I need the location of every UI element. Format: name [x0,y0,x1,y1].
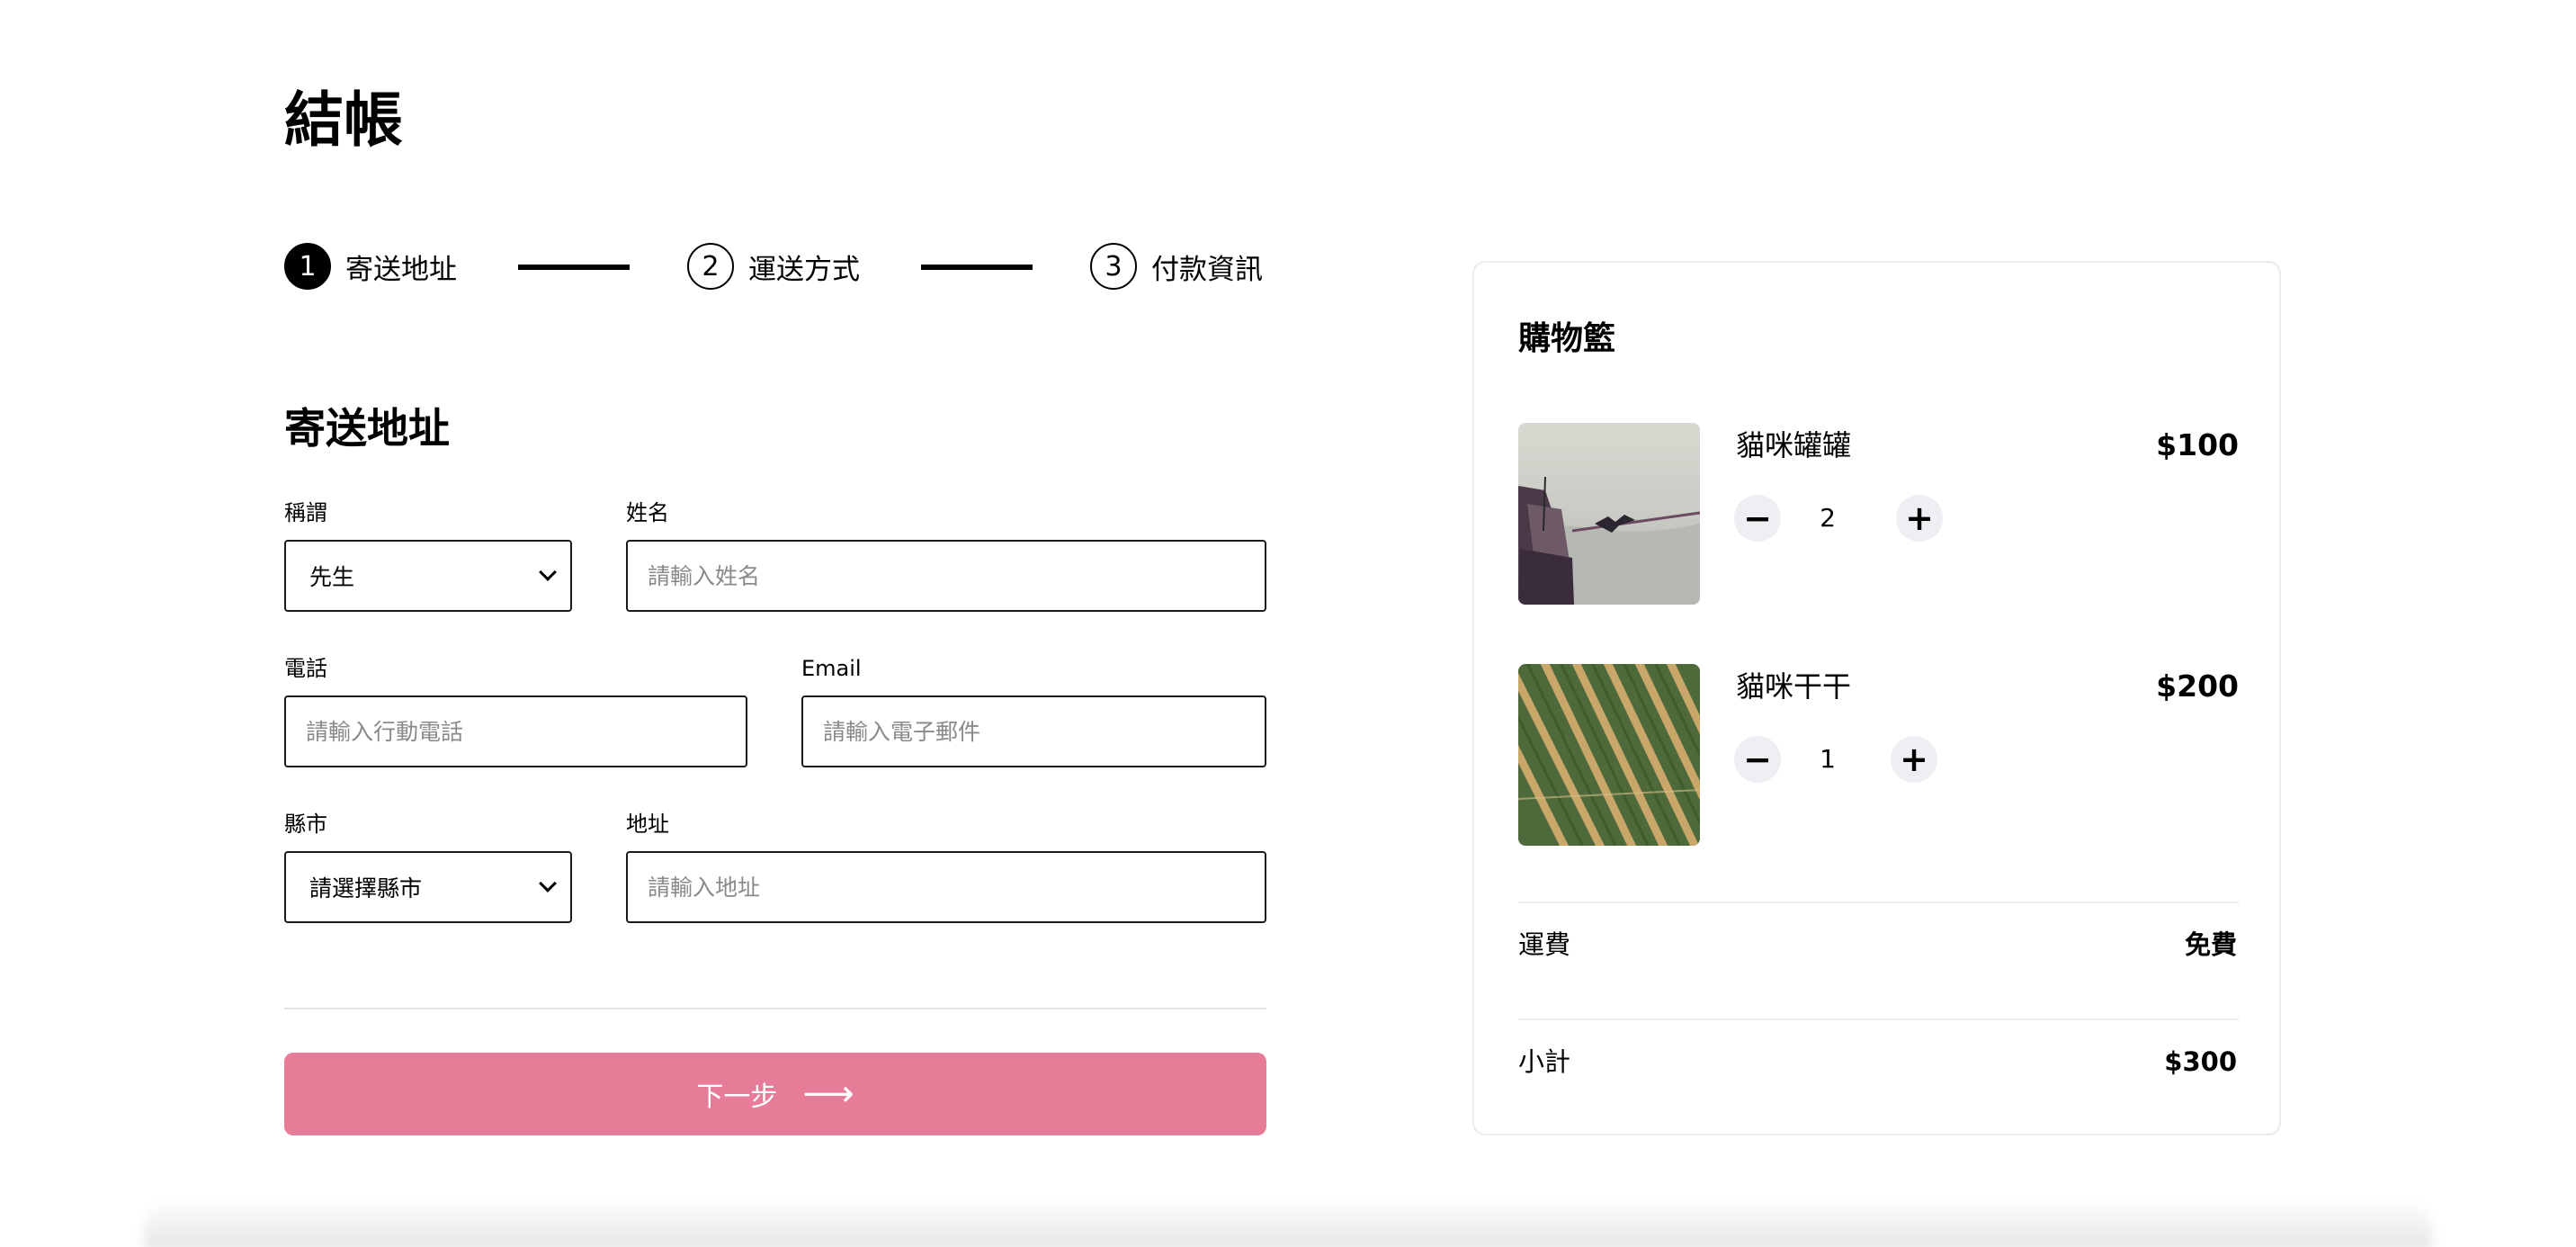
product-image [1518,423,1700,605]
email-field-box [801,695,1266,767]
salutation-label: 稱謂 [284,500,327,525]
phone-input[interactable] [306,718,726,745]
step-shipping-method: 2 運送方式 [687,241,860,292]
item-price: $200 [2156,668,2239,704]
seabird-photo-icon [1518,423,1700,605]
minus-icon: − [1743,498,1772,538]
next-step-button[interactable]: 下一步 ⟶ [284,1053,1266,1135]
page-title: 結帳 [284,85,403,155]
decrease-quantity-button[interactable]: − [1734,736,1781,783]
city-label: 縣市 [284,812,327,837]
plus-icon: + [1905,498,1934,538]
cart-item: 貓咪干干 $200 − 1 + [1518,664,2239,846]
step-label: 運送方式 [748,253,860,286]
decrease-quantity-button[interactable]: − [1734,495,1781,542]
city-select[interactable]: 請選擇縣市 [284,851,572,923]
cart-panel: 購物籃 貓咪罐罐 $100 − 2 + 貓咪干干 $200 − 1 + 運費 免… [1472,261,2281,1135]
subtotal-value: $300 [2164,1046,2237,1077]
chevron-down-icon [539,563,557,581]
step-label: 寄送地址 [345,253,457,286]
address-label: 地址 [626,812,669,837]
product-image [1518,664,1700,846]
step-label: 付款資訊 [1151,253,1263,286]
crop-rows-photo-icon [1518,664,1700,846]
step-connector [518,265,630,270]
quantity-value: 2 [1820,503,1836,533]
checkout-page: 結帳 1 寄送地址 2 運送方式 3 付款資訊 寄送地址 稱謂 先生 姓名 電話… [0,0,2576,1247]
next-step-label: 下一步 [696,1081,778,1113]
name-label: 姓名 [626,500,669,525]
cart-item: 貓咪罐罐 $100 − 2 + [1518,423,2239,605]
phone-label: 電話 [284,656,327,681]
salutation-select[interactable]: 先生 [284,540,572,612]
plus-icon: + [1900,740,1928,779]
address-input[interactable] [648,874,1245,901]
phone-field-box [284,695,747,767]
quantity-value: 1 [1820,744,1836,774]
email-label: Email [801,656,862,681]
arrow-right-icon: ⟶ [802,1073,854,1115]
increase-quantity-button[interactable]: + [1891,736,1937,783]
step-number: 2 [687,243,734,290]
cart-title: 購物籃 [1518,320,1616,357]
item-price: $100 [2156,427,2239,462]
name-field-box [626,540,1266,612]
subtotal-label: 小計 [1518,1046,1571,1077]
step-connector [921,265,1033,270]
name-input[interactable] [648,562,1245,589]
section-title: 寄送地址 [284,404,450,453]
email-input[interactable] [823,718,1245,745]
shipping-value: 免費 [2184,929,2237,960]
item-name: 貓咪罐罐 [1736,428,1852,462]
increase-quantity-button[interactable]: + [1896,495,1943,542]
minus-icon: − [1743,740,1772,779]
chevron-down-icon [539,875,557,893]
step-number: 1 [284,243,331,290]
footer-shadow [144,1197,2432,1247]
shipping-label: 運費 [1518,929,1571,960]
step-payment-info: 3 付款資訊 [1090,241,1263,292]
salutation-value: 先生 [309,564,355,590]
cart-divider [1518,1018,2239,1020]
step-shipping-address: 1 寄送地址 [284,241,457,292]
city-value: 請選擇縣市 [309,875,423,902]
checkout-stepper: 1 寄送地址 2 運送方式 3 付款資訊 [284,241,1266,292]
form-divider [284,1008,1266,1009]
item-name: 貓咪干干 [1736,669,1852,704]
step-number: 3 [1090,243,1137,290]
address-field-box [626,851,1266,923]
cart-divider [1518,902,2239,903]
